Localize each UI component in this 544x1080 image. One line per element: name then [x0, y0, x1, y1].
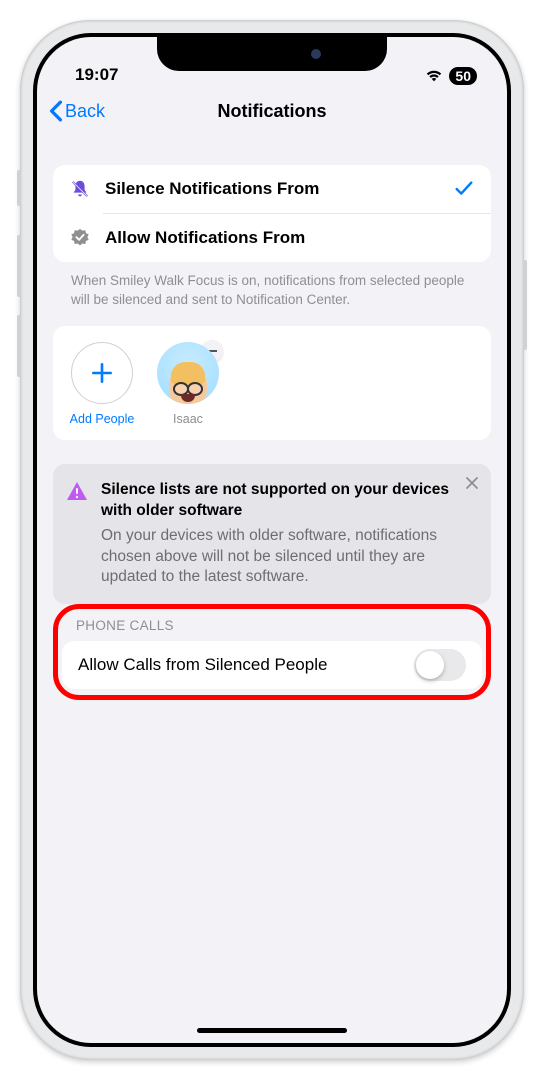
- nav-bar: Back Notifications: [37, 87, 507, 135]
- checkmark-icon: [453, 178, 475, 200]
- badge-check-icon: [69, 227, 91, 249]
- mute-switch[interactable]: [17, 170, 21, 206]
- status-right: 50: [425, 67, 477, 85]
- warning-body: On your devices with older software, not…: [101, 526, 455, 589]
- screen: 19:07 50 Back Notifications: [37, 37, 507, 1043]
- add-people-button[interactable]: Add People: [65, 342, 139, 426]
- warning-text: Silence lists are not supported on your …: [101, 480, 455, 589]
- avatar: [157, 342, 219, 404]
- person-item[interactable]: Isaac: [151, 342, 225, 426]
- power-button[interactable]: [523, 260, 527, 350]
- allow-calls-row[interactable]: Allow Calls from Silenced People: [78, 641, 466, 689]
- allow-label: Allow Notifications From: [105, 228, 475, 248]
- silence-label: Silence Notifications From: [105, 179, 439, 199]
- home-indicator[interactable]: [197, 1028, 347, 1033]
- phone-calls-card: Allow Calls from Silenced People: [62, 641, 482, 689]
- status-time: 19:07: [75, 65, 118, 85]
- phone-calls-header: Phone Calls: [62, 612, 482, 641]
- battery-indicator: 50: [449, 67, 477, 85]
- warning-icon: [65, 480, 89, 589]
- phone-bezel: 19:07 50 Back Notifications: [33, 33, 511, 1047]
- content: Silence Notifications From Allow Notific…: [37, 165, 507, 700]
- volume-up-button[interactable]: [17, 235, 21, 297]
- plus-circle-icon: [71, 342, 133, 404]
- warning-card: Silence lists are not supported on your …: [53, 464, 491, 605]
- warning-title: Silence lists are not supported on your …: [101, 480, 455, 522]
- chevron-left-icon: [49, 100, 63, 122]
- people-card: Add People Isaac: [53, 326, 491, 440]
- notification-mode-group: Silence Notifications From Allow Notific…: [53, 165, 491, 262]
- notch: [157, 37, 387, 71]
- silence-notifications-row[interactable]: Silence Notifications From: [53, 165, 491, 213]
- phone-frame: 19:07 50 Back Notifications: [20, 20, 524, 1060]
- close-warning-button[interactable]: [465, 476, 479, 495]
- add-people-label: Add People: [70, 412, 135, 426]
- person-name: Isaac: [173, 412, 203, 426]
- page-title: Notifications: [217, 101, 326, 122]
- allow-calls-toggle[interactable]: [414, 649, 466, 681]
- bell-slash-icon: [69, 178, 91, 200]
- back-button[interactable]: Back: [49, 100, 105, 122]
- allow-notifications-row[interactable]: Allow Notifications From: [53, 214, 491, 262]
- wifi-icon: [425, 69, 443, 83]
- back-label: Back: [65, 101, 105, 122]
- highlight-annotation: Phone Calls Allow Calls from Silenced Pe…: [53, 604, 491, 700]
- footer-text: When Smiley Walk Focus is on, notificati…: [53, 262, 491, 310]
- allow-calls-label: Allow Calls from Silenced People: [78, 655, 327, 675]
- volume-down-button[interactable]: [17, 315, 21, 377]
